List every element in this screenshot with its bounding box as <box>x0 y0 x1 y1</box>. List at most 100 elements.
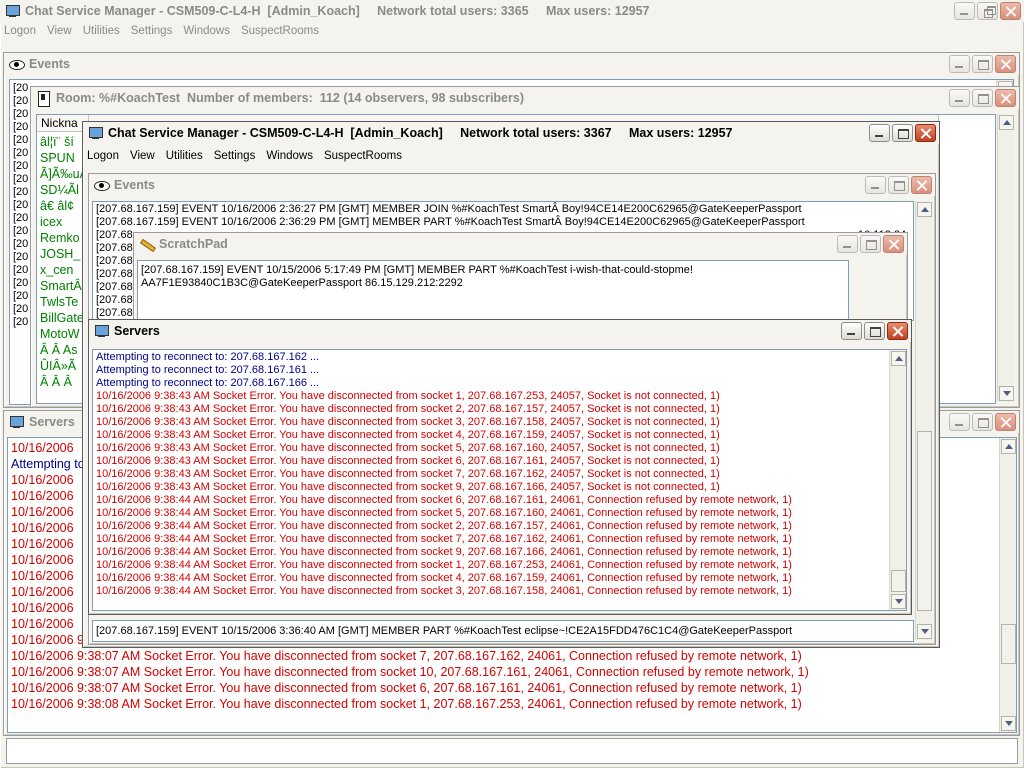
room-scroll-down-icon[interactable] <box>999 386 1014 401</box>
bg-events-close-button[interactable] <box>995 55 1016 73</box>
monitor-icon <box>9 415 25 429</box>
bg-events-maximize-button[interactable] <box>972 55 993 73</box>
log-line: [207.68.167.159] EVENT 10/16/2006 2:36:2… <box>96 203 802 215</box>
second-maximize-button[interactable] <box>892 124 913 142</box>
main-titlebar[interactable]: Chat Service Manager - CSM509-C-L4-H [Ad… <box>0 0 1024 22</box>
second-menu-utilities[interactable]: Utilities <box>166 150 203 162</box>
scratchpad-titlebar[interactable]: ScratchPad <box>134 233 907 255</box>
room-scroll-up-icon[interactable] <box>999 115 1014 130</box>
servers-scroll-down-icon[interactable] <box>891 594 906 609</box>
log-line: 10/16/2006 9:38:43 AM Socket Error. You … <box>96 442 720 454</box>
nickname-item[interactable]: x_cen <box>40 262 88 278</box>
menu-windows[interactable]: Windows <box>183 25 230 37</box>
events2-close-button[interactable] <box>911 176 932 194</box>
servers-scroll-up-icon[interactable] <box>891 351 906 366</box>
second-titlebar[interactable]: Chat Service Manager - CSM509-C-L4-H [Ad… <box>83 122 939 144</box>
events2-titlebar[interactable]: Events <box>89 174 935 196</box>
bg-servers-scroll-down-icon[interactable] <box>1001 716 1016 731</box>
nickname-item[interactable]: TwlsTe <box>40 294 88 310</box>
eye-icon <box>9 57 25 71</box>
main-close-button[interactable] <box>1000 2 1021 20</box>
events2-scroll-down-icon[interactable] <box>917 624 932 639</box>
main-window-title: Chat Service Manager - CSM509-C-L4-H [Ad… <box>25 4 650 18</box>
second-menu-windows[interactable]: Windows <box>266 150 313 162</box>
nickname-item[interactable]: SPUN <box>40 150 88 166</box>
nickname-item[interactable]: icex <box>40 214 88 230</box>
bg-servers-maximize-button[interactable] <box>972 413 993 431</box>
nickname-item[interactable]: ÛIÂ»Ã <box>40 358 88 374</box>
scratchpad-minimize-button[interactable] <box>837 235 858 253</box>
main-minimize-button[interactable] <box>954 2 975 20</box>
room-titlebar[interactable]: Room: %#KoachTest Number of members: 112… <box>31 87 1019 109</box>
bg-servers-close-button[interactable] <box>995 413 1016 431</box>
nickname-item[interactable]: Remko <box>40 230 88 246</box>
door-icon <box>36 91 52 107</box>
nickname-item[interactable]: SmartÂ <box>40 278 88 294</box>
events2-scroll-thumb[interactable] <box>917 431 932 611</box>
events2-minimize-button[interactable] <box>865 176 886 194</box>
servers-minimize-button[interactable] <box>841 322 862 340</box>
nickname-item[interactable]: â€ âl¢ <box>40 198 88 214</box>
nickname-item[interactable]: Â Â Â <box>40 374 88 390</box>
nickname-item[interactable]: SD¼Ãl <box>40 182 88 198</box>
log-line: 10/16/2006 9:38:43 AM Socket Error. You … <box>96 468 720 480</box>
second-minimize-button[interactable] <box>869 124 890 142</box>
bg-servers-scrollbar[interactable] <box>999 438 1016 732</box>
bg-servers-minimize-button[interactable] <box>949 413 970 431</box>
scratchpad-line-1: [207.68.167.159] EVENT 10/15/2006 5:17:4… <box>141 264 693 276</box>
log-line: 10/16/2006 9:38:44 AM Socket Error. You … <box>96 546 792 558</box>
room-scrollbar[interactable] <box>997 114 1014 402</box>
bg-servers-scroll-thumb[interactable] <box>1001 624 1016 664</box>
nickname-item[interactable]: MotoW <box>40 326 88 342</box>
events2-scroll-up-icon[interactable] <box>917 202 932 217</box>
menu-suspectrooms[interactable]: SuspectRooms <box>241 25 319 37</box>
room-maximize-button[interactable] <box>972 89 993 107</box>
room-minimize-button[interactable] <box>949 89 970 107</box>
log-line: 10/16/2006 9:38:44 AM Socket Error. You … <box>96 559 792 571</box>
servers-titlebar[interactable]: Servers <box>89 320 911 342</box>
servers-close-button[interactable] <box>887 322 908 340</box>
main-bottom-input[interactable] <box>6 738 1018 764</box>
bg-servers-scroll-up-icon[interactable] <box>1001 439 1016 454</box>
scratchpad-close-button[interactable] <box>883 235 904 253</box>
nickname-item[interactable]: âl¦ï¨ ší <box>40 134 88 150</box>
main-restore-button[interactable] <box>977 2 998 20</box>
nickname-item[interactable]: Â Â As <box>40 342 88 358</box>
second-menu-logon[interactable]: Logon <box>87 150 119 162</box>
bg-events-titlebar[interactable]: Events <box>4 53 1019 75</box>
nickname-item[interactable]: BillGate <box>40 310 88 326</box>
log-line: 10/16/2006 9:38:43 AM Socket Error. You … <box>96 429 720 441</box>
servers-title: Servers <box>114 324 160 338</box>
log-line: 10/16/2006 9:38:44 AM Socket Error. You … <box>96 494 792 506</box>
nickname-item[interactable]: JOSH_ <box>40 246 88 262</box>
second-menu-suspectrooms[interactable]: SuspectRooms <box>324 150 402 162</box>
second-menu-settings[interactable]: Settings <box>214 150 256 162</box>
scratchpad-textarea[interactable]: [207.68.167.159] EVENT 10/15/2006 5:17:4… <box>137 260 849 321</box>
main-menubar: Logon View Utilities Settings Windows Su… <box>0 22 1024 40</box>
nickname-item[interactable]: Ã]Ã‰uÂ <box>40 166 88 182</box>
log-line: 10/16/2006 9:38:43 AM Socket Error. You … <box>96 390 720 402</box>
second-menubar: Logon View Utilities Settings Windows Su… <box>83 147 939 165</box>
bg-servers-title: Servers <box>29 415 75 429</box>
menu-view[interactable]: View <box>47 25 72 37</box>
scratchpad-line-2: AA7F1E93840C1B3C@GateKeeperPassport 86.1… <box>141 277 463 289</box>
scratchpad-maximize-button[interactable] <box>860 235 881 253</box>
servers-scroll-thumb[interactable] <box>891 570 906 592</box>
servers-log[interactable]: Attempting to reconnect to: 207.68.167.1… <box>92 349 907 611</box>
second-close-button[interactable] <box>915 124 936 142</box>
servers-scrollbar[interactable] <box>889 350 906 610</box>
room-close-button[interactable] <box>995 89 1016 107</box>
events2-maximize-button[interactable] <box>888 176 909 194</box>
menu-utilities[interactable]: Utilities <box>83 25 120 37</box>
log-line: 10/16/2006 9:38:43 AM Socket Error. You … <box>96 403 720 415</box>
log-line: Attempting to reconnect to: 207.68.167.1… <box>96 364 320 376</box>
scratchpad-window: ScratchPad [207.68.167.159] EVENT 10/15/… <box>133 232 908 322</box>
servers-maximize-button[interactable] <box>864 322 885 340</box>
bg-events-minimize-button[interactable] <box>949 55 970 73</box>
second-menu-view[interactable]: View <box>130 150 155 162</box>
events2-bottom-line[interactable]: [207.68.167.159] EVENT 10/15/2006 3:36:4… <box>92 620 914 642</box>
menu-logon[interactable]: Logon <box>4 25 36 37</box>
second-window-title: Chat Service Manager - CSM509-C-L4-H [Ad… <box>108 126 733 140</box>
menu-settings[interactable]: Settings <box>131 25 173 37</box>
events2-scrollbar[interactable] <box>915 201 932 640</box>
